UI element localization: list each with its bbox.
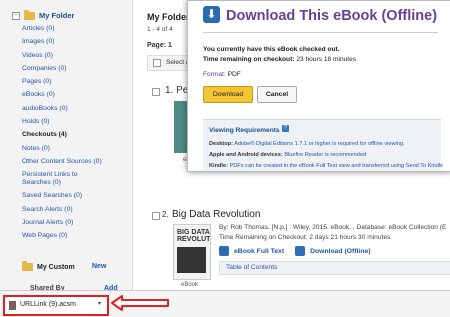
divider [203, 32, 438, 33]
sidebar-item-checkouts[interactable]: Checkouts (4) [22, 131, 102, 139]
viewing-requirements: Viewing Requirements ? Desktop: Adobe® D… [203, 119, 443, 171]
download-dialog: ⬇ Download This eBook (Offline) You curr… [187, 0, 450, 172]
sidebar-item-saved-searches[interactable]: Saved Searches (0) [22, 192, 102, 200]
adobe-link[interactable]: Adobe® Digital Editions 1.7.1 or higher … [234, 141, 404, 147]
download-offline-link[interactable]: Download (Offline) [310, 248, 370, 255]
time-remaining-value: 23 hours 18 minutes [296, 56, 357, 63]
row1-checkbox[interactable] [152, 88, 160, 96]
page: - My Folder Articles (0) Images (0) Vide… [0, 0, 450, 317]
time-remaining: Time remaining on checkout: 23 hours 18 … [203, 56, 356, 63]
checkout-status: You currently have this eBook checked ou… [203, 46, 340, 53]
requirements-title: Viewing Requirements [209, 127, 280, 134]
sidebar-item-notes[interactable]: Notes (0) [22, 145, 102, 153]
row2-citation: By: Rob Thomas. [N.p.] : Wiley. 2015. eB… [219, 224, 447, 231]
toc-label: Table of Contents [226, 264, 278, 271]
download-filename[interactable]: URLLink (9).acsm [20, 301, 76, 308]
my-custom-header[interactable]: My Custom [22, 261, 75, 271]
time-remaining-label: Time remaining on checkout: [203, 56, 295, 63]
sidebar-item-articles[interactable]: Articles (0) [22, 25, 102, 33]
my-custom-label: My Custom [37, 263, 75, 271]
folder-title: My Folder [39, 11, 75, 20]
collapse-icon[interactable]: - [12, 11, 20, 20]
download-item[interactable]: URLLink (9).acsm ▾ [3, 295, 109, 316]
sidebar-list: Articles (0) Images (0) Videos (0) Compa… [22, 25, 102, 246]
download-icon: ⬇ [203, 6, 220, 23]
sidebar-item-other-content[interactable]: Other Content Sources (0) [22, 158, 102, 166]
sidebar-item-persistent-links-2[interactable]: Searches (0) [22, 179, 102, 187]
page-title: My Folder: [147, 12, 193, 22]
ebook-full-text-link[interactable]: eBook Full Text [234, 248, 284, 255]
sidebar-item-search-alerts[interactable]: Search Alerts (0) [22, 206, 102, 214]
requirement-kindle: Kindle: PDFs can be created in the eBook… [209, 163, 443, 169]
row2-actions: eBook Full Text Download (Offline) [219, 246, 371, 256]
pointer-arrow-icon [111, 295, 169, 311]
sidebar-item-companies[interactable]: Companies (0) [22, 65, 102, 73]
chevron-down-icon[interactable]: ▾ [98, 300, 101, 307]
sidebar: - My Folder Articles (0) Images (0) Vide… [0, 0, 133, 292]
folder-header[interactable]: - My Folder [12, 9, 75, 20]
ebook-icon [219, 246, 229, 256]
dialog-title: Download This eBook (Offline) [226, 8, 438, 24]
help-icon[interactable]: ? [282, 125, 289, 132]
download-button[interactable]: Download [203, 86, 253, 103]
download-icon [295, 246, 306, 256]
result-count: 1 - 4 of 4 [147, 26, 173, 33]
row2-number: 2. [162, 210, 169, 219]
select-all-checkbox[interactable] [153, 59, 161, 67]
requirement-mobile: Apple and Android devices: Bluefire Read… [209, 152, 366, 158]
row2-cover-text: BIG DATA REVOLUTION [177, 229, 211, 243]
row2-checkbox[interactable] [152, 212, 160, 220]
table-of-contents[interactable]: Table of Contents [219, 261, 450, 275]
file-icon [9, 301, 16, 310]
new-folder-link[interactable]: New [92, 263, 106, 270]
kindle-link[interactable]: PDFs can be created in the eBook Full Te… [230, 163, 444, 169]
requirement-desktop: Desktop: Adobe® Digital Editions 1.7.1 o… [209, 141, 405, 147]
sidebar-item-journal-alerts[interactable]: Journal Alerts (0) [22, 219, 102, 227]
sidebar-item-web-pages[interactable]: Web Pages (0) [22, 232, 102, 240]
row2-time-remaining: Time Remaining on Checkout: 2 days 21 ho… [219, 234, 391, 241]
mobile-label: Apple and Android devices: [209, 152, 283, 158]
folder-icon [22, 261, 33, 271]
bluefire-link[interactable]: Bluefire Reader is recommended [284, 152, 366, 158]
sidebar-item-persistent-links[interactable]: Persistent Links to [22, 171, 102, 179]
cover-people-graphic [177, 247, 206, 273]
row2-cover-image[interactable]: BIG DATA REVOLUTION [173, 224, 211, 280]
cancel-button[interactable]: Cancel [257, 86, 297, 103]
row2-title[interactable]: Big Data Revolution [172, 209, 260, 220]
sidebar-item-audiobooks[interactable]: audioBooks (0) [22, 105, 102, 113]
format-row: Format: PDF [203, 71, 241, 78]
sidebar-item-videos[interactable]: Videos (0) [22, 52, 102, 60]
row2-ebook-label: eBook [181, 282, 199, 288]
sidebar-item-ebooks[interactable]: eBooks (0) [22, 91, 102, 99]
folder-icon [24, 9, 35, 20]
format-label: Format: [203, 71, 226, 78]
sidebar-item-images[interactable]: Images (0) [22, 38, 102, 46]
format-value: PDF [227, 71, 241, 78]
kindle-label: Kindle: [209, 163, 228, 169]
sidebar-item-holds[interactable]: Holds (0) [22, 118, 102, 126]
page-label: Page: 1 [147, 42, 172, 49]
desktop-label: Desktop: [209, 141, 233, 147]
select-label: Select / [166, 59, 188, 66]
sidebar-item-pages[interactable]: Pages (0) [22, 78, 102, 86]
